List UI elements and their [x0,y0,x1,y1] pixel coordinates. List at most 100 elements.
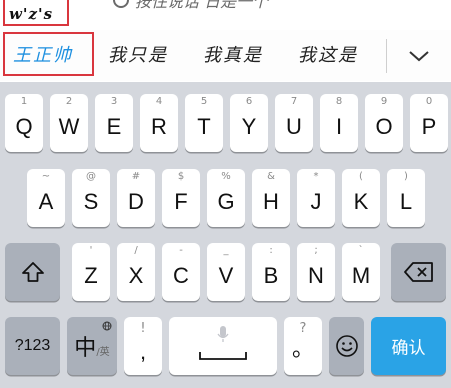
confirm-key-label: 确认 [391,338,426,359]
key-t-letter: T [197,114,211,139]
key-l[interactable]: ) L [387,169,425,227]
key-x[interactable]: / X [117,243,155,301]
key-g[interactable]: % G [207,169,245,227]
key-y[interactable]: 6Y [230,94,268,152]
key-w[interactable]: 2W [50,94,88,152]
key-a-alt: ~ [41,171,51,182]
key-o-letter: O [375,114,393,139]
key-z-letter: Z [84,263,98,288]
key-f[interactable]: $ F [162,169,200,227]
key-b[interactable]: :B [252,243,290,301]
key-n-alt: ; [314,245,318,256]
typed-highlight-box [3,0,69,26]
key-i[interactable]: 8I [320,94,358,152]
key-d-letter: D [128,189,144,214]
comma-key-alt: ! [140,321,146,336]
key-o[interactable]: 9O [365,94,403,152]
key-e-alt: 3 [110,96,118,107]
shift-arrow-icon [22,262,44,282]
key-g-alt: % [221,171,231,182]
key-o-alt: 9 [380,96,388,107]
period-key[interactable]: ? 。 [284,317,322,375]
key-i-letter: I [335,114,343,139]
language-switch-key[interactable]: 中/英 [67,317,117,375]
lang-english: /英 [96,347,110,358]
shift-key[interactable] [5,243,60,301]
key-c-alt: - [179,245,183,256]
key-e[interactable]: 3E [95,94,133,152]
key-u-letter: U [286,114,302,139]
key-b-letter: B [263,263,279,288]
key-w-alt: 2 [65,96,73,107]
key-f-alt: $ [177,171,185,182]
space-key[interactable] [169,317,277,375]
key-w-letter: W [58,114,80,139]
key-m[interactable]: ` M [342,243,380,301]
microphone-icon [217,326,229,342]
key-i-alt: 8 [335,96,343,107]
emoji-smile-icon [336,335,358,357]
expand-candidates-button[interactable] [387,30,451,81]
voice-hint-text: 按住说话 日是一个 [135,0,269,11]
key-s[interactable]: @ S [72,169,110,227]
key-p[interactable]: 0P [410,94,448,152]
key-x-letter: X [128,263,144,288]
candidate-3[interactable]: 我真是 [203,30,263,81]
key-e-letter: E [106,114,122,139]
candidate-4[interactable]: 我这是 [298,30,358,81]
comma-key[interactable]: ! , [124,317,162,375]
backspace-key[interactable] [391,243,446,301]
key-s-letter: S [83,189,99,214]
key-k[interactable]: (K [342,169,380,227]
period-key-main: 。 [291,337,314,362]
key-a[interactable]: ~ A [27,169,65,227]
key-b-alt: : [269,245,273,256]
key-m-letter: M [351,263,371,288]
key-p-alt: 0 [425,96,433,107]
key-p-letter: P [421,114,437,139]
key-l-alt: ) [404,171,408,182]
key-n-letter: N [308,263,324,288]
confirm-key[interactable]: 确认 [371,317,446,375]
key-r-alt: 4 [155,96,163,107]
key-y-letter: Y [241,114,257,139]
chevron-down-icon [409,50,429,61]
key-z[interactable]: ' Z [72,243,110,301]
key-j[interactable]: * J [297,169,335,227]
key-v-letter: V [218,263,234,288]
key-q-alt: 1 [20,96,28,107]
key-h-letter: H [263,189,279,214]
key-k-alt: ( [359,171,363,182]
key-n[interactable]: ; N [297,243,335,301]
key-x-alt: / [134,245,138,256]
key-a-letter: A [38,189,54,214]
key-v[interactable]: _ V [207,243,245,301]
key-r[interactable]: 4R [140,94,178,152]
key-m-alt: ` [358,245,364,256]
numbers-key[interactable]: ?123 [5,317,60,375]
space-bar-icon [199,352,247,360]
key-f-letter: F [174,189,188,214]
comma-key-main: , [139,339,147,364]
voice-hint-icon [113,0,129,8]
key-k-letter: K [353,189,369,214]
key-t-alt: 5 [200,96,208,107]
key-u[interactable]: 7U [275,94,313,152]
key-h[interactable]: & H [252,169,290,227]
key-j-letter: J [310,189,322,214]
candidate-highlight-box [3,32,94,76]
emoji-key[interactable] [329,317,364,375]
voice-hint: 按住说话 日是一个 [113,0,269,11]
key-j-alt: * [313,171,319,182]
key-h-alt: & [267,171,275,182]
key-t[interactable]: 5T [185,94,223,152]
key-c[interactable]: -C [162,243,200,301]
key-q-letter: Q [15,114,33,139]
key-s-alt: @ [86,171,96,182]
key-c-letter: C [173,263,189,288]
key-d[interactable]: # D [117,169,155,227]
candidate-2[interactable]: 我只是 [108,30,168,81]
key-q[interactable]: 1Q [5,94,43,152]
key-g-letter: G [217,189,235,214]
numbers-key-label: ?123 [14,337,51,354]
